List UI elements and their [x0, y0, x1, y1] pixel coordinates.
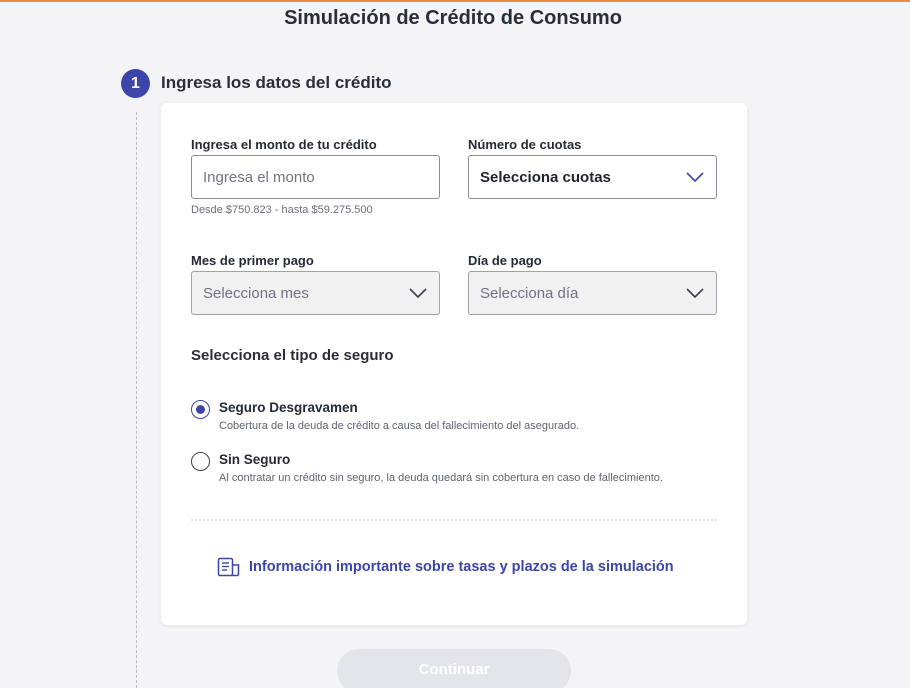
amount-range-hint: Desde $750.823 - hasta $59.275.500 [191, 204, 373, 216]
insurance-option-label: Seguro Desgravamen [219, 400, 358, 415]
installments-value: Selecciona cuotas [480, 168, 611, 186]
section-divider [191, 519, 717, 521]
step-connector-line [136, 112, 137, 688]
important-info-link-label: Información importante sobre tasas y pla… [249, 559, 674, 575]
installments-label: Número de cuotas [468, 137, 582, 152]
installments-select[interactable]: Selecciona cuotas [468, 155, 717, 199]
insurance-option-label: Sin Seguro [219, 452, 291, 467]
payment-day-value: Selecciona día [480, 284, 579, 302]
important-info-link[interactable]: Información importante sobre tasas y pla… [217, 557, 674, 577]
amount-input[interactable]: Ingresa el monto [191, 155, 440, 199]
insurance-section-title: Selecciona el tipo de seguro [191, 347, 394, 364]
credit-form-card: Ingresa el monto de tu crédito Ingresa e… [161, 103, 747, 625]
first-payment-month-select[interactable]: Selecciona mes [191, 271, 440, 315]
step-title: Ingresa los datos del crédito [161, 73, 392, 92]
amount-label: Ingresa el monto de tu crédito [191, 137, 377, 152]
payment-day-label: Día de pago [468, 253, 542, 268]
first-payment-month-label: Mes de primer pago [191, 253, 314, 268]
step-number-badge: 1 [121, 69, 150, 98]
chevron-down-icon [409, 288, 427, 299]
top-accent-bar [0, 0, 910, 2]
radio-button[interactable] [191, 452, 210, 471]
first-payment-month-value: Selecciona mes [203, 284, 309, 302]
amount-placeholder: Ingresa el monto [203, 168, 315, 186]
continue-button[interactable]: Continuar [337, 649, 571, 688]
document-icon [217, 557, 240, 577]
insurance-option-description: Cobertura de la deuda de crédito a causa… [219, 420, 580, 432]
chevron-down-icon [686, 172, 704, 183]
page-title: Simulación de Crédito de Consumo [284, 7, 622, 29]
insurance-option-description: Al contratar un crédito sin seguro, la d… [219, 472, 663, 484]
radio-button-selected[interactable] [191, 400, 210, 419]
payment-day-select[interactable]: Selecciona día [468, 271, 717, 315]
chevron-down-icon [686, 288, 704, 299]
